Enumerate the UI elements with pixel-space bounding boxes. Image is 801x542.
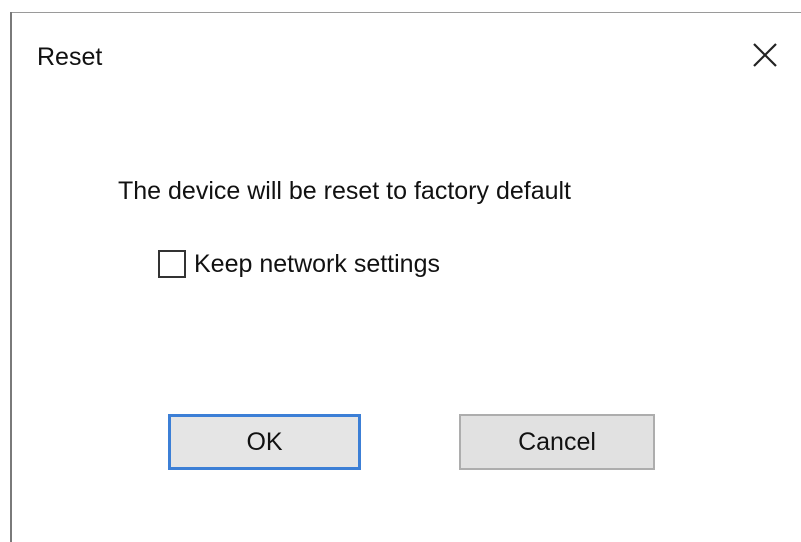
dialog-title: Reset — [37, 43, 103, 71]
close-icon — [753, 43, 777, 67]
keep-network-settings-checkbox[interactable] — [158, 250, 186, 278]
dialog-left-border — [10, 12, 12, 542]
dialog-top-border — [10, 12, 801, 13]
keep-network-settings-label[interactable]: Keep network settings — [194, 248, 440, 280]
keep-network-settings-option[interactable]: Keep network settings — [158, 248, 440, 280]
cancel-button[interactable]: Cancel — [459, 414, 655, 470]
reset-dialog: Reset The device will be reset to factor… — [0, 0, 801, 542]
close-button[interactable] — [748, 38, 782, 72]
reset-message: The device will be reset to factory defa… — [118, 177, 572, 205]
ok-button[interactable]: OK — [168, 414, 361, 470]
